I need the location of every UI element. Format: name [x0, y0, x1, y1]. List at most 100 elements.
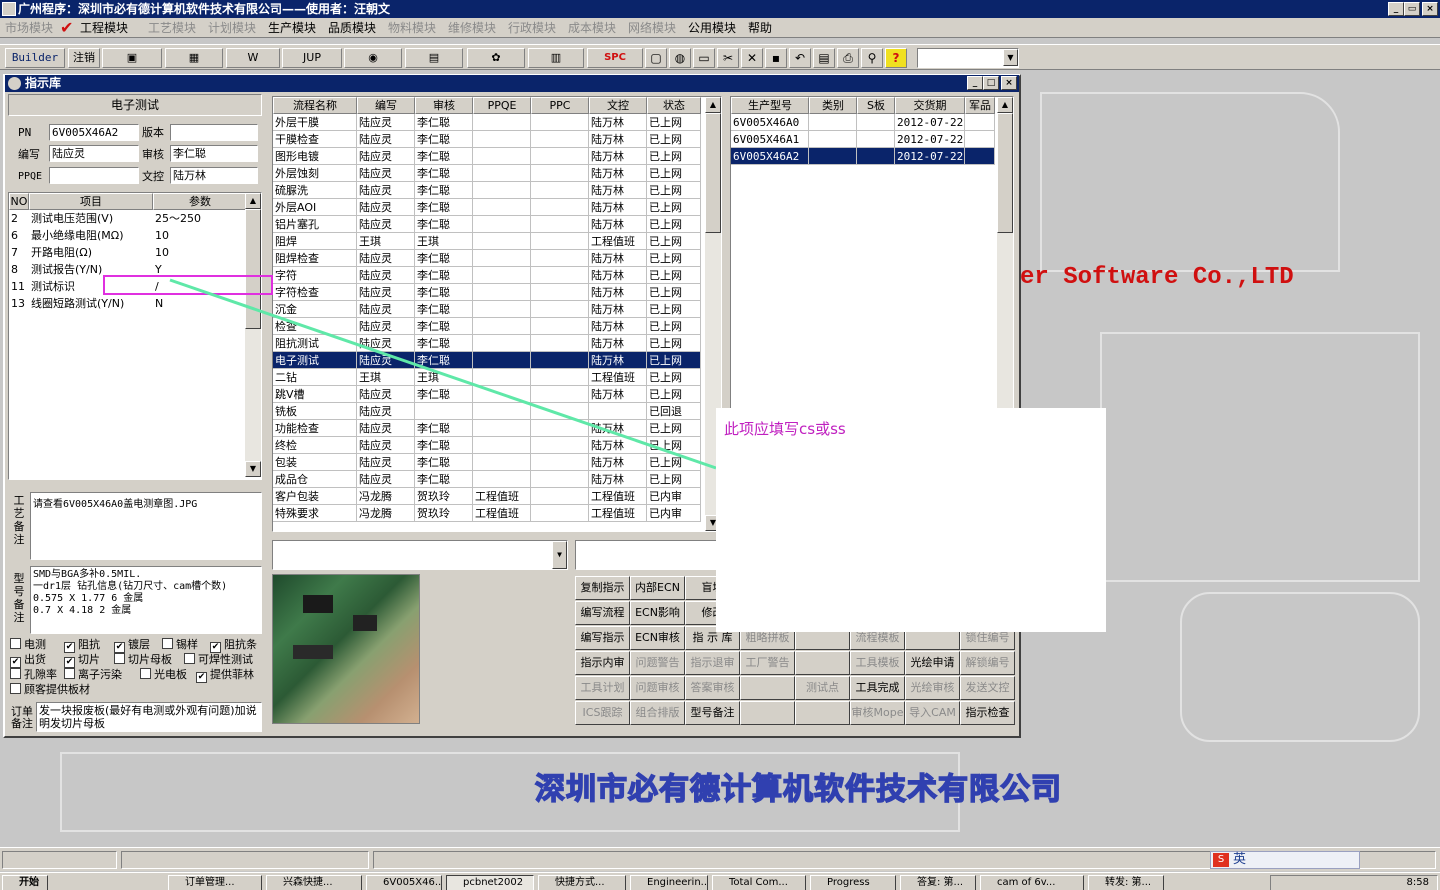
scroll-thumb[interactable] — [245, 209, 261, 329]
process-row[interactable]: 成品仓 陆应灵 李仁聪 陆万林 已上网 — [273, 471, 721, 488]
checkbox-5[interactable]: ✔ 出货 — [10, 653, 46, 668]
checkbox-box[interactable] — [10, 668, 21, 679]
toolbar-button[interactable]: W — [226, 48, 280, 68]
action-button[interactable]: ECN审核 — [630, 626, 685, 650]
child-minimize-button[interactable]: _ — [967, 76, 983, 90]
param-row[interactable]: 11 测试标识 / — [9, 278, 261, 295]
checkbox-0[interactable]: 电测 — [10, 638, 46, 651]
process-row[interactable]: 终检 陆应灵 李仁聪 陆万林 已上网 — [273, 437, 721, 454]
action-button[interactable]: 编写流程 — [575, 601, 630, 625]
find-icon[interactable]: ⚲ — [861, 48, 883, 68]
action-button[interactable]: 发送文控 — [960, 676, 1015, 700]
checkbox-7[interactable]: 切片母板 — [114, 653, 172, 666]
toolbar-button[interactable]: ▦ — [165, 48, 223, 68]
checkbox-box[interactable] — [10, 638, 21, 649]
action-button[interactable]: 工具完成 — [850, 676, 905, 700]
globe-icon[interactable]: ◍ — [669, 48, 691, 68]
menu-item[interactable]: 维修模块 — [448, 20, 496, 36]
checkbox-4[interactable]: ✔ 阻抗条 — [210, 638, 257, 653]
checkbox-box[interactable] — [162, 638, 173, 649]
process-row[interactable]: 铣板 陆应灵 已回退 — [273, 403, 721, 420]
taskbar-button[interactable]: 快捷方式... — [538, 875, 626, 890]
taskbar-button[interactable]: 转发: 第... — [1088, 875, 1164, 890]
checkbox-box[interactable]: ✔ — [64, 657, 75, 668]
process-row[interactable]: 包装 陆应灵 李仁聪 陆万林 已上网 — [273, 454, 721, 471]
action-button[interactable]: 内部ECN — [630, 576, 685, 600]
grid-header[interactable]: 项目 — [29, 193, 153, 210]
process-row[interactable]: 阻焊检查 陆应灵 李仁聪 陆万林 已上网 — [273, 250, 721, 267]
toolbar-button[interactable]: ▥ — [528, 48, 584, 68]
checkbox-box[interactable]: ✔ — [10, 657, 21, 668]
craft-remark-text[interactable]: 请查看6V005X46A0盖电测章图.JPG — [30, 492, 262, 560]
pn-field[interactable]: 6V005X46A2 — [49, 124, 139, 141]
taskbar-button[interactable]: 6V005X46... — [366, 875, 442, 890]
process-grid[interactable]: 流程名称 编写 审核 PPQE PPC 文控 状态 外层干膜 陆应灵 李仁聪 陆万林 已上网 干膜检查陆… — [272, 96, 722, 532]
checkbox-box[interactable]: ✔ — [64, 642, 75, 653]
process-row[interactable]: 二钻 王琪 王琪 工程值班 已上网 — [273, 369, 721, 386]
checkbox-box[interactable] — [140, 668, 151, 679]
checkbox-8[interactable]: 可焊性测试 — [184, 653, 253, 666]
action-button[interactable]: 问题审核 — [630, 676, 685, 700]
child-maximize-button[interactable]: □ — [983, 76, 999, 90]
delete-icon[interactable]: ✕ — [741, 48, 763, 68]
restore-button[interactable]: ▭ — [1404, 2, 1420, 16]
taskbar-button[interactable]: 答复: 第... — [900, 875, 976, 890]
action-button[interactable]: 指示检查 — [960, 701, 1015, 725]
vertical-scrollbar[interactable]: ▲▼ — [245, 193, 261, 477]
order-remark-text[interactable]: 发一块报废板(最好有电测或外观有问题)加说明发切片母板 — [36, 702, 262, 732]
process-row[interactable]: 字符 陆应灵 李仁聪 陆万林 已上网 — [273, 267, 721, 284]
checkbox-13[interactable]: 顾客提供板材 — [10, 683, 90, 696]
action-button[interactable]: 导入CAM — [905, 701, 960, 725]
checkbox-10[interactable]: 离子污染 — [64, 668, 122, 681]
toolbar-button[interactable]: JUP — [282, 48, 342, 68]
process-row[interactable]: 图形电镀 陆应灵 李仁聪 陆万林 已上网 — [273, 148, 721, 165]
toolbar-button[interactable]: ▤ — [405, 48, 463, 68]
undo-icon[interactable]: ↶ — [789, 48, 811, 68]
checkbox-11[interactable]: 光电板 — [140, 668, 187, 681]
process-row[interactable]: 外层干膜 陆应灵 李仁聪 陆万林 已上网 — [273, 114, 721, 131]
grid-header[interactable]: S板 — [857, 97, 895, 114]
print-icon[interactable]: ⎙ — [837, 48, 859, 68]
param-row[interactable]: 6 最小绝缘电阻(MΩ) 10 — [9, 227, 261, 244]
checkbox-box[interactable]: ✔ — [210, 642, 221, 653]
checkbox-box[interactable] — [10, 683, 21, 694]
taskbar-button[interactable]: Total Com... — [712, 875, 806, 890]
grid-header[interactable]: 参数 — [153, 193, 247, 210]
action-button[interactable]: 指示内审 — [575, 651, 630, 675]
process-row[interactable]: 沉金 陆应灵 李仁聪 陆万林 已上网 — [273, 301, 721, 318]
taskbar-button[interactable]: cam of 6v... — [980, 875, 1084, 890]
menu-item[interactable]: 公用模块 — [688, 20, 736, 36]
menu-item[interactable]: 工艺模块 — [148, 20, 196, 36]
toolbar-button[interactable]: ▣ — [102, 48, 162, 68]
grid-header[interactable]: 交货期 — [895, 97, 965, 114]
param-row[interactable]: 8 测试报告(Y/N) Y — [9, 261, 261, 278]
menu-item[interactable]: 网络模块 — [628, 20, 676, 36]
action-button[interactable]: 答案审核 — [685, 676, 740, 700]
action-button[interactable] — [740, 676, 795, 700]
action-button[interactable]: 审核Mope — [850, 701, 905, 725]
page-icon[interactable]: ▭ — [693, 48, 715, 68]
copy-icon[interactable]: ▢ — [645, 48, 667, 68]
toolbar-button[interactable]: ✿ — [467, 48, 525, 68]
param-grid[interactable]: NO 项目 参数 2 测试电压范围(V) 25～250 6 最小绝缘电阻(MΩ) 10 7 开路电阻… — [8, 192, 262, 480]
ime-toolbar[interactable]: S 英 — [1210, 851, 1360, 869]
taskbar-button[interactable]: Engineerin... — [630, 875, 708, 890]
action-button[interactable]: 工具计划 — [575, 676, 630, 700]
model-row[interactable]: 6V005X46A0 2012-07-22 — [731, 114, 1013, 131]
toolbar-dropdown[interactable]: ▼ — [917, 48, 1019, 68]
process-row[interactable]: 铝片塞孔 陆应灵 李仁聪 陆万林 已上网 — [273, 216, 721, 233]
menu-item[interactable]: 行政模块 — [508, 20, 556, 36]
taskbar-button[interactable]: pcbnet2002 — [446, 875, 534, 890]
model-row[interactable]: 6V005X46A1 2012-07-22 — [731, 131, 1013, 148]
menu-item[interactable]: 品质模块 — [328, 20, 376, 36]
action-button[interactable]: ICS跟踪 — [575, 701, 630, 725]
checkbox-1[interactable]: ✔ 阻抗 — [64, 638, 100, 653]
doc-control-field[interactable]: 陆万林 — [170, 167, 258, 184]
action-button[interactable]: 问题警告 — [630, 651, 685, 675]
param-row[interactable]: 13 线圈短路测试(Y/N) N — [9, 295, 261, 312]
grid-header[interactable]: 状态 — [647, 97, 701, 114]
action-button[interactable] — [795, 701, 850, 725]
reviewer-field[interactable]: 李仁聪 — [170, 145, 258, 162]
toolbar-button[interactable]: Builder — [5, 48, 65, 68]
scroll-thumb[interactable] — [997, 113, 1013, 233]
